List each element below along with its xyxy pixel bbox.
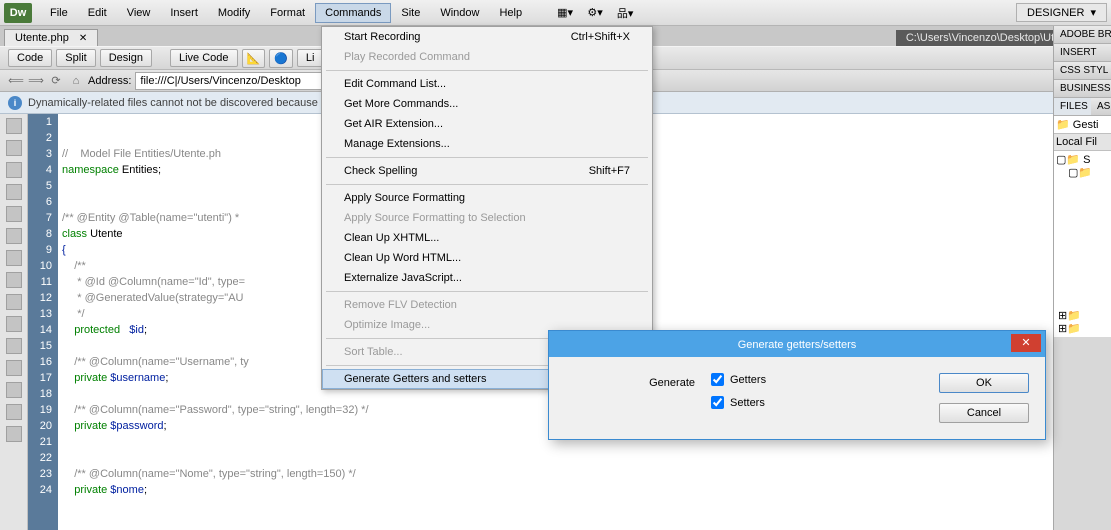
cancel-button[interactable]: Cancel (939, 403, 1029, 423)
gutter-icon[interactable] (6, 360, 22, 376)
layout-dropdown-icon[interactable]: ▦▾ (556, 4, 574, 22)
menu-file[interactable]: File (40, 3, 78, 23)
gutter-icon[interactable] (6, 338, 22, 354)
dropdown-item[interactable]: Play Recorded Command (322, 47, 652, 67)
dialog-title: Generate getters/setters (738, 339, 857, 351)
panel-tab-assets[interactable]: AS (1091, 98, 1111, 116)
file-tree-node[interactable]: ⊞📁 (1056, 309, 1109, 322)
dropdown-item[interactable]: Manage Extensions... (322, 134, 652, 154)
home-icon[interactable]: ⌂ (68, 73, 84, 89)
dropdown-item[interactable]: Get AIR Extension... (322, 114, 652, 134)
gutter-icon[interactable] (6, 162, 22, 178)
sitemap-dropdown-icon[interactable]: 品▾ (616, 4, 634, 22)
menu-window[interactable]: Window (430, 3, 489, 23)
gutter-icon[interactable] (6, 184, 22, 200)
dropdown-item[interactable]: Remove FLV Detection (322, 295, 652, 315)
setters-checkbox[interactable] (711, 396, 724, 409)
info-icon: i (8, 96, 22, 110)
panel-tab-files[interactable]: FILES (1054, 98, 1091, 116)
dropdown-item[interactable]: Start RecordingCtrl+Shift+X (322, 27, 652, 47)
gutter-icon[interactable] (6, 140, 22, 156)
dialog-close-button[interactable]: ✕ (1011, 334, 1041, 352)
menu-edit[interactable]: Edit (78, 3, 117, 23)
files-panel-body: 📁 Gesti Local Fil ▢📁 S ▢📁 ⊞📁 ⊞📁 (1054, 116, 1111, 337)
right-panel-dock: ADOBE BR INSERT CSS STYL BUSINESS FILES … (1053, 26, 1111, 530)
gutter-icon[interactable] (6, 404, 22, 420)
live-code-button[interactable]: Live Code (170, 49, 238, 67)
dropdown-item[interactable]: Clean Up XHTML... (322, 228, 652, 248)
menubar: Dw File Edit View Insert Modify Format C… (0, 0, 1111, 26)
gutter-icon[interactable] (6, 228, 22, 244)
back-icon[interactable]: ⟸ (8, 73, 24, 89)
live-button[interactable]: Li (297, 49, 324, 67)
dropdown-item[interactable]: Apply Source Formatting to Selection (322, 208, 652, 228)
design-view-button[interactable]: Design (100, 49, 152, 67)
file-tree-node[interactable]: ▢📁 (1056, 166, 1109, 179)
files-header: Local Fil (1054, 133, 1111, 151)
address-label: Address: (88, 75, 131, 87)
menu-view[interactable]: View (117, 3, 161, 23)
address-input[interactable] (135, 72, 325, 90)
getters-label: Getters (730, 374, 766, 386)
gutter-icon[interactable] (6, 206, 22, 222)
file-tree-node[interactable]: ⊞📁 (1056, 322, 1109, 335)
gutter-icon[interactable] (6, 316, 22, 332)
workspace-label: DESIGNER (1027, 7, 1084, 19)
dropdown-item[interactable]: Externalize JavaScript... (322, 268, 652, 288)
panel-tab-adobe[interactable]: ADOBE BR (1054, 26, 1111, 44)
menu-site[interactable]: Site (391, 3, 430, 23)
close-icon[interactable]: ✕ (79, 33, 87, 44)
getters-checkbox[interactable] (711, 373, 724, 386)
dropdown-item[interactable]: Edit Command List... (322, 74, 652, 94)
code-toolbar (0, 114, 28, 530)
inspect-button[interactable]: 📐 (242, 49, 266, 68)
gutter-icon[interactable] (6, 118, 22, 134)
info-text: Dynamically-related files cannot not be … (28, 97, 324, 109)
file-tab[interactable]: Utente.php ✕ (4, 29, 98, 46)
gutter-icon[interactable] (6, 272, 22, 288)
gear-dropdown-icon[interactable]: ⚙▾ (586, 4, 604, 22)
site-dropdown[interactable]: 📁 Gesti (1056, 118, 1109, 131)
menu-modify[interactable]: Modify (208, 3, 260, 23)
menu-help[interactable]: Help (489, 3, 532, 23)
getters-checkbox-row[interactable]: Getters (711, 373, 923, 386)
line-number-gutter: 123456789101112131415161718192021222324 (28, 114, 58, 530)
file-tab-label: Utente.php (15, 32, 69, 44)
generate-getters-setters-dialog: Generate getters/setters ✕ Generate Gett… (548, 330, 1046, 440)
menu-format[interactable]: Format (260, 3, 315, 23)
menu-insert[interactable]: Insert (160, 3, 208, 23)
menu-commands[interactable]: Commands (315, 3, 391, 23)
dropdown-item[interactable]: Apply Source Formatting (322, 188, 652, 208)
live-view-toggle[interactable]: 🔵 (269, 49, 293, 68)
gutter-icon[interactable] (6, 382, 22, 398)
code-view-button[interactable]: Code (8, 49, 52, 67)
dialog-titlebar: Generate getters/setters ✕ (549, 331, 1045, 357)
dropdown-item[interactable]: Check SpellingShift+F7 (322, 161, 652, 181)
generate-label: Generate (565, 373, 695, 423)
chevron-down-icon: ▾ (1090, 6, 1096, 19)
gutter-icon[interactable] (6, 426, 22, 442)
dropdown-item[interactable]: Get More Commands... (322, 94, 652, 114)
panel-tab-insert[interactable]: INSERT (1054, 44, 1111, 62)
gutter-icon[interactable] (6, 250, 22, 266)
dropdown-item[interactable]: Clean Up Word HTML... (322, 248, 652, 268)
split-view-button[interactable]: Split (56, 49, 95, 67)
gutter-icon[interactable] (6, 294, 22, 310)
file-tree-node[interactable]: ▢📁 S (1056, 153, 1109, 166)
setters-checkbox-row[interactable]: Setters (711, 396, 923, 409)
ok-button[interactable]: OK (939, 373, 1029, 393)
forward-icon[interactable]: ⟹ (28, 73, 44, 89)
refresh-icon[interactable]: ⟳ (48, 73, 64, 89)
workspace-switcher[interactable]: DESIGNER ▾ (1016, 3, 1107, 22)
panel-tab-business[interactable]: BUSINESS (1054, 80, 1111, 98)
panel-tab-css[interactable]: CSS STYL (1054, 62, 1111, 80)
app-logo: Dw (4, 3, 32, 23)
setters-label: Setters (730, 397, 765, 409)
